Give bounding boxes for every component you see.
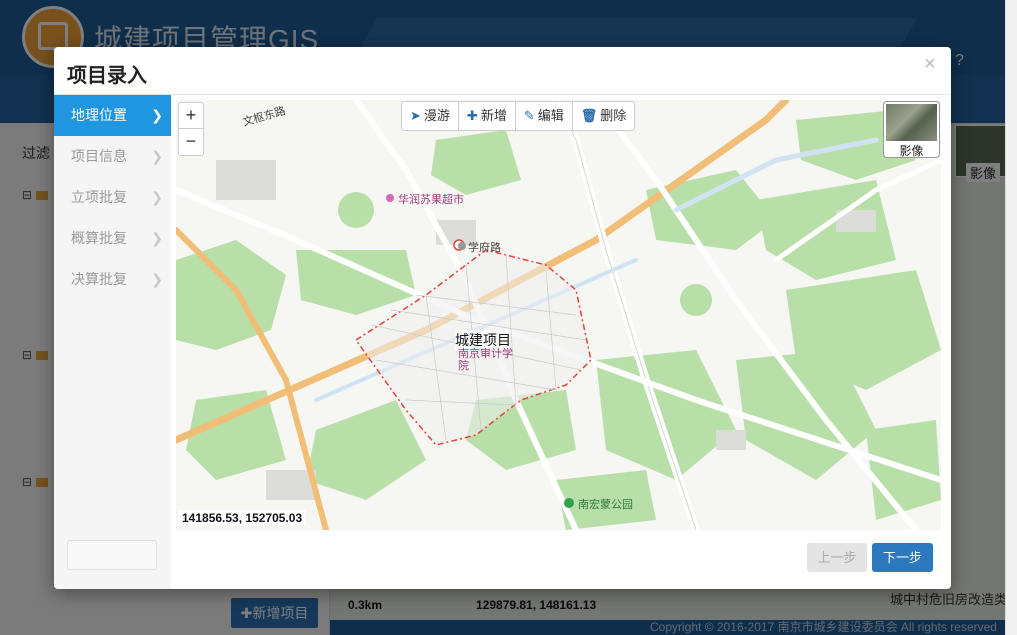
zoom-in-button[interactable]: + [179, 103, 203, 129]
chevron-right-icon: ❯ [151, 230, 163, 246]
poi-label: 南宏蒙公园 [578, 499, 633, 511]
dialog-title: 项目录入 [67, 65, 147, 87]
basemap-switcher[interactable]: 影像 [883, 101, 940, 158]
chevron-right-icon: ❯ [151, 189, 163, 205]
step-location[interactable]: 地理位置 ❯ [54, 95, 171, 136]
pan-button[interactable]: ➤ 漫游 [402, 102, 459, 130]
map-canvas[interactable] [176, 100, 941, 530]
divider [54, 94, 951, 95]
page-scrollbar[interactable] [1005, 0, 1017, 635]
step-budget[interactable]: 概算批复 ❯ [54, 218, 171, 259]
zoom-control: + − [178, 102, 204, 156]
step-label: 概算批复 [71, 230, 127, 246]
pan-label: 漫游 [423, 108, 450, 123]
basemap-label: 影像 [899, 144, 924, 158]
trash-icon: 🗑 [580, 108, 598, 123]
step-label: 决算批复 [71, 271, 127, 287]
project-entry-dialog: 项目录入 × 地理位置 ❯ 项目信息 ❯ 立项批复 ❯ 概算批复 ❯ 决算批复 … [54, 47, 951, 589]
chevron-right-icon: ❯ [151, 148, 163, 164]
delete-label: 删除 [600, 108, 627, 123]
pencil-icon: ✎ [523, 108, 535, 123]
step-label: 地理位置 [71, 107, 127, 123]
step-label: 项目信息 [71, 148, 127, 164]
cursor-icon: ➤ [410, 108, 421, 123]
step-label: 立项批复 [71, 189, 127, 205]
chevron-right-icon: ❯ [151, 271, 163, 287]
edit-button[interactable]: ✎ 编辑 [516, 102, 573, 130]
prev-step-button[interactable]: 上一步 [807, 543, 867, 572]
satellite-thumbnail [886, 104, 937, 141]
cursor-coordinates: 141856.53, 152705.03 [178, 510, 307, 526]
close-icon[interactable]: × [924, 53, 936, 76]
poi-label: 华润苏果超市 [398, 194, 464, 206]
add-label: 新增 [480, 108, 507, 123]
step-project-info[interactable]: 项目信息 ❯ [54, 136, 171, 177]
draw-toolbar: ➤ 漫游 ✚ 新增 ✎ 编辑 🗑 删除 [401, 101, 636, 131]
edit-label: 编辑 [537, 108, 564, 123]
plus-icon: ✚ [466, 108, 478, 123]
delete-button[interactable]: 🗑 删除 [573, 102, 635, 130]
next-step-button[interactable]: 下一步 [872, 543, 933, 572]
step-placeholder-box [67, 540, 157, 570]
road-label: 学府路 [468, 242, 501, 254]
zoom-out-button[interactable]: − [179, 129, 203, 155]
project-label: 城建项目 [455, 330, 511, 350]
add-button[interactable]: ✚ 新增 [459, 102, 516, 130]
poi-label: 南京审计学院 [458, 348, 513, 372]
location-map[interactable]: 文枢东路 华润苏果超市 学府路 城建项目 南京审计学院 南宏蒙公园 + − ➤ 漫… [176, 100, 941, 530]
step-final-accounts[interactable]: 决算批复 ❯ [54, 259, 171, 300]
step-approval[interactable]: 立项批复 ❯ [54, 177, 171, 218]
chevron-right-icon: ❯ [151, 107, 163, 123]
step-nav: 地理位置 ❯ 项目信息 ❯ 立项批复 ❯ 概算批复 ❯ 决算批复 ❯ [54, 95, 171, 589]
